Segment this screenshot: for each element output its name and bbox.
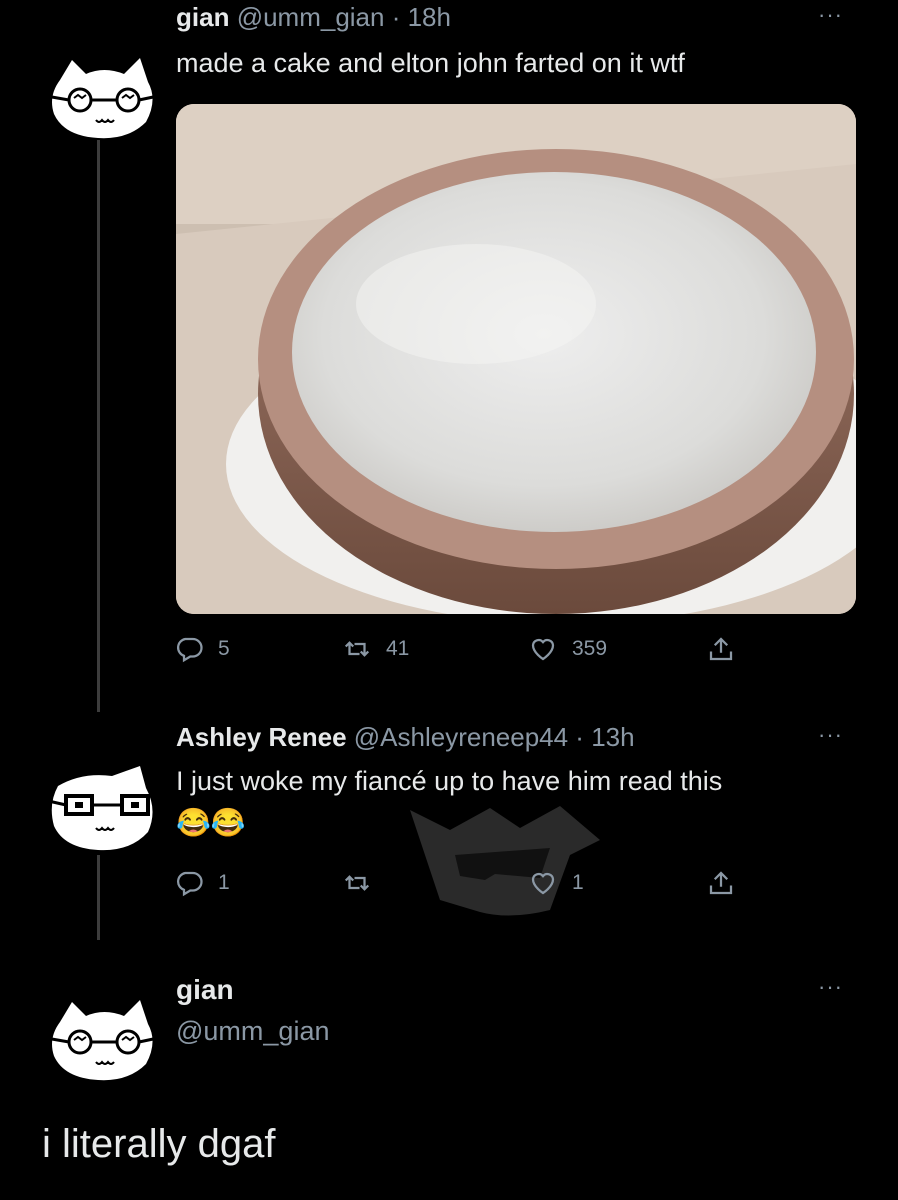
tweet-text: I just woke my fiancé up to have him rea… xyxy=(176,766,723,796)
avatar-glasses-face[interactable] xyxy=(42,52,162,142)
sunglasses-face-overlay xyxy=(410,806,600,916)
timestamp[interactable]: 18h xyxy=(408,2,451,32)
share-icon xyxy=(709,637,733,661)
tweet-text: made a cake and elton john farted on it … xyxy=(176,48,685,78)
avatar-glasses-face[interactable] xyxy=(42,994,162,1084)
reply-button[interactable]: 5 xyxy=(174,634,230,664)
thread-line xyxy=(97,140,100,712)
like-button[interactable]: 1 xyxy=(528,868,584,898)
thread-line xyxy=(97,855,100,940)
more-icon[interactable]: ··· xyxy=(818,2,843,28)
reply-count: 5 xyxy=(218,637,230,660)
retweet-icon xyxy=(344,641,370,657)
retweet-button[interactable] xyxy=(342,868,386,898)
reply-icon xyxy=(177,637,203,663)
reply-icon xyxy=(177,871,203,897)
username[interactable]: @umm_gian xyxy=(237,2,385,32)
display-name[interactable]: gian xyxy=(176,2,229,32)
share-button[interactable] xyxy=(706,868,750,898)
tweet-image-cake[interactable] xyxy=(176,104,856,614)
username[interactable]: @Ashleyreneep44 xyxy=(354,722,568,752)
like-count: 359 xyxy=(572,637,608,660)
retweet-count: 41 xyxy=(386,637,410,660)
display-name[interactable]: Ashley Renee xyxy=(176,722,347,752)
username[interactable]: @umm_gian xyxy=(176,1016,329,1047)
more-icon[interactable]: ··· xyxy=(818,974,843,1000)
display-name[interactable]: gian xyxy=(176,974,234,1006)
timestamp[interactable]: 13h xyxy=(591,722,634,752)
like-icon xyxy=(531,638,555,661)
like-count: 1 xyxy=(572,871,584,894)
tweet-header: gian @umm_gian · 18h xyxy=(176,2,451,33)
separator-dot: · xyxy=(568,722,592,752)
retweet-icon xyxy=(344,875,370,891)
reply-count: 1 xyxy=(218,871,230,894)
like-button[interactable]: 359 xyxy=(528,634,607,664)
like-icon xyxy=(531,872,555,895)
avatar-square-glasses-face[interactable] xyxy=(42,764,162,854)
retweet-button[interactable]: 41 xyxy=(342,634,409,664)
more-icon[interactable]: ··· xyxy=(818,722,843,748)
share-button[interactable] xyxy=(706,634,750,664)
emoji-text: 😂😂 xyxy=(176,807,246,838)
tweet-text: i literally dgaf xyxy=(42,1122,276,1166)
separator-dot: · xyxy=(384,2,408,32)
tweet-header: Ashley Renee @Ashleyreneep44 · 13h xyxy=(176,722,635,753)
share-icon xyxy=(709,871,733,895)
reply-button[interactable]: 1 xyxy=(174,868,230,898)
